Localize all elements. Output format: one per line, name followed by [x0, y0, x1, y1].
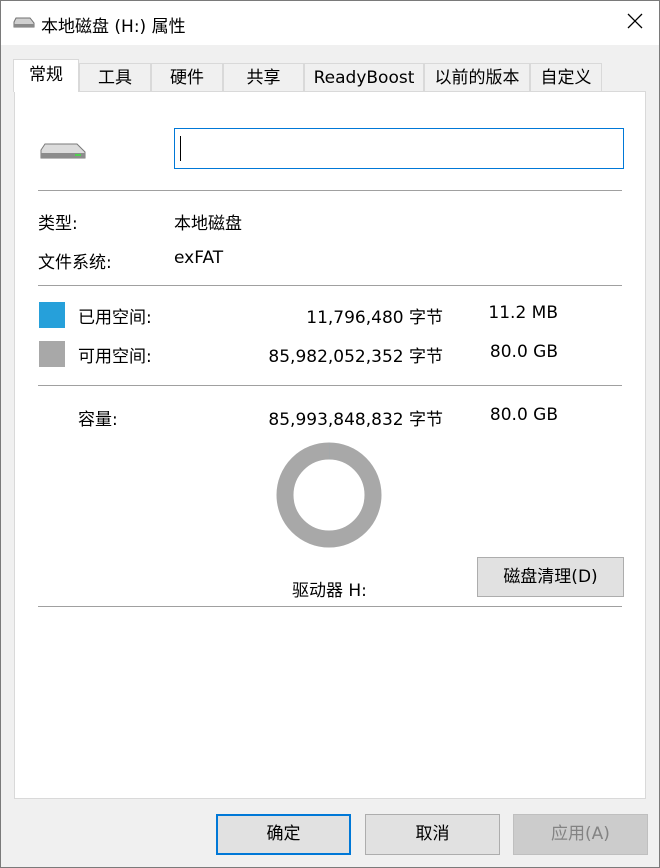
divider: [38, 606, 622, 607]
tab-tools[interactable]: 工具: [79, 63, 151, 91]
type-label: 类型:: [38, 214, 78, 234]
filesystem-label: 文件系统:: [38, 253, 112, 273]
general-panel: 类型: 本地磁盘 文件系统: exFAT 已用空间: 11,796,480 字节…: [14, 91, 646, 799]
disk-cleanup-button[interactable]: 磁盘清理(D): [477, 557, 624, 597]
capacity-bytes: 85,993,848,832 字节: [268, 410, 443, 430]
volume-name-input[interactable]: [174, 128, 624, 169]
tab-sharing[interactable]: 共享: [223, 63, 304, 91]
used-space-swatch: [39, 302, 65, 328]
ok-button[interactable]: 确定: [216, 814, 351, 855]
title-bar: 本地磁盘 (H:) 属性: [1, 1, 659, 45]
divider: [38, 385, 622, 386]
capacity-size: 80.0 GB: [489, 405, 558, 425]
divider: [38, 285, 622, 286]
free-space-bytes: 85,982,052,352 字节: [268, 347, 443, 367]
free-space-label: 可用空间:: [78, 347, 152, 367]
drive-icon: [39, 140, 87, 167]
filesystem-value: exFAT: [174, 248, 224, 268]
used-space-label: 已用空间:: [78, 308, 152, 328]
free-space-swatch: [39, 341, 65, 367]
type-value: 本地磁盘: [174, 214, 242, 234]
drive-icon: [13, 15, 35, 35]
cancel-button[interactable]: 取消: [365, 814, 500, 855]
tab-customize[interactable]: 自定义: [530, 63, 602, 91]
close-button[interactable]: [613, 5, 657, 41]
tab-general[interactable]: 常规: [13, 59, 79, 92]
used-space-bytes: 11,796,480 字节: [306, 308, 443, 328]
free-space-size: 80.0 GB: [489, 342, 558, 362]
usage-ring-chart: [276, 442, 382, 553]
capacity-label: 容量:: [78, 410, 118, 430]
free-space-arc: [276, 442, 382, 548]
drive-label: 驱动器 H:: [292, 581, 367, 601]
tab-readyboost[interactable]: ReadyBoost: [304, 63, 424, 91]
apply-button[interactable]: 应用(A): [513, 814, 648, 855]
used-space-size: 11.2 MB: [488, 303, 558, 323]
tab-hardware[interactable]: 硬件: [151, 63, 223, 91]
window-title: 本地磁盘 (H:) 属性: [41, 17, 186, 37]
divider: [38, 190, 622, 191]
close-icon: [627, 13, 643, 34]
tab-previous-versions[interactable]: 以前的版本: [424, 63, 530, 91]
properties-window: 本地磁盘 (H:) 属性 常规 工具 硬件 共享 ReadyBoost 以前的版…: [0, 0, 660, 868]
text-caret: [180, 136, 181, 161]
